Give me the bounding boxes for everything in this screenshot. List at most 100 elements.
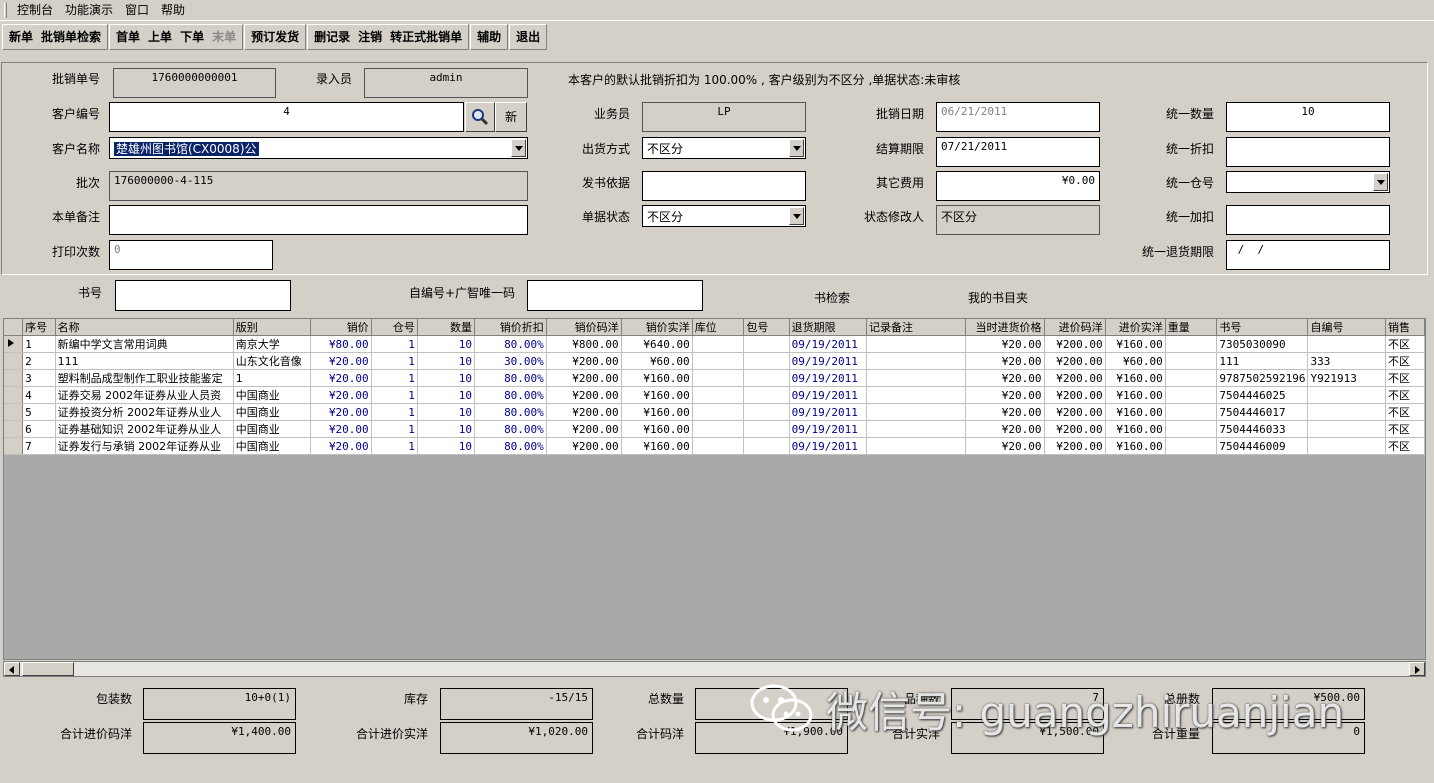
udisc-input[interactable] (1226, 137, 1390, 167)
table-cell[interactable]: 09/19/2011 (789, 386, 868, 404)
table-cell[interactable] (1165, 352, 1218, 370)
column-header[interactable]: 销价 (310, 319, 372, 336)
table-cell[interactable]: ¥200.00 (1044, 369, 1106, 387)
table-cell[interactable]: 111 (55, 352, 234, 370)
table-cell[interactable]: ¥160.00 (1105, 335, 1166, 353)
my-folder-link[interactable]: 我的书目夹 (968, 289, 1028, 306)
chevron-down-icon[interactable] (789, 207, 804, 225)
table-cell[interactable] (692, 335, 745, 353)
table-cell[interactable]: 1 (22, 335, 56, 353)
table-cell[interactable] (1165, 420, 1218, 438)
table-cell[interactable]: 9787502592196 (1216, 369, 1309, 387)
column-header[interactable]: 销价码洋 (546, 319, 622, 336)
column-header[interactable]: 序号 (22, 319, 56, 336)
table-cell[interactable] (866, 352, 967, 370)
table-cell[interactable]: ¥160.00 (1105, 420, 1166, 438)
table-cell[interactable]: 6 (22, 420, 56, 438)
chevron-down-icon[interactable] (511, 139, 526, 157)
table-cell[interactable]: 证券交易 2002年证券从业人员资 (55, 386, 234, 404)
table-cell[interactable]: 不区 (1385, 386, 1425, 404)
table-cell[interactable]: 塑料制品成型制作工职业技能鉴定 (55, 369, 234, 387)
column-header[interactable]: 版别 (233, 319, 312, 336)
table-cell[interactable]: 证券基础知识 2002年证券从业人 (55, 420, 234, 438)
table-cell[interactable] (743, 437, 790, 455)
uqty-input[interactable]: 10 (1226, 102, 1390, 132)
table-cell[interactable]: ¥200.00 (1044, 352, 1106, 370)
table-cell[interactable]: ¥200.00 (1044, 437, 1106, 455)
table-cell[interactable]: ¥160.00 (1105, 403, 1166, 421)
table-cell[interactable]: 7 (22, 437, 56, 455)
table-cell[interactable]: ¥20.00 (310, 420, 372, 438)
table-cell[interactable]: ¥20.00 (310, 386, 372, 404)
new-order-button[interactable]: 新单 (5, 26, 37, 48)
column-header[interactable]: 仓号 (371, 319, 418, 336)
table-row[interactable]: 4 证券交易 2002年证券从业人员资 中国商业 ¥20.00 1 10 80.00% ¥20… (4, 386, 1425, 404)
settle-input[interactable]: 07/21/2011 (936, 137, 1100, 167)
table-cell[interactable]: 中国商业 (233, 420, 312, 438)
table-cell[interactable]: ¥160.00 (621, 386, 693, 404)
table-cell[interactable] (743, 352, 790, 370)
grid-horizontal-scrollbar[interactable] (3, 661, 1426, 677)
table-cell[interactable] (866, 386, 967, 404)
table-cell[interactable]: 333 (1307, 352, 1386, 370)
table-cell[interactable]: ¥200.00 (1044, 420, 1106, 438)
table-cell[interactable]: 1 (371, 403, 418, 421)
column-header[interactable]: 销价折扣 (474, 319, 547, 336)
table-row[interactable]: 1 新编中学文言常用词典 南京大学 ¥80.00 1 10 80.00% ¥800.00 ¥64… (4, 335, 1425, 353)
table-cell[interactable]: 1 (371, 420, 418, 438)
table-cell[interactable]: 09/19/2011 (789, 420, 868, 438)
table-row[interactable]: 7 证券发行与承销 2002年证券从业 中国商业 ¥20.00 1 10 80.00% ¥20… (4, 437, 1425, 455)
table-cell[interactable]: ¥160.00 (621, 403, 693, 421)
table-row[interactable]: 2 111 山东文化音像 ¥20.00 1 10 30.00% ¥200.00 ¥60.00 09… (4, 352, 1425, 370)
table-cell[interactable]: ¥20.00 (965, 335, 1045, 353)
table-cell[interactable]: 10 (417, 352, 475, 370)
table-cell[interactable]: ¥20.00 (965, 352, 1045, 370)
delete-record-button[interactable]: 删记录 (310, 26, 354, 48)
table-cell[interactable]: 新编中学文言常用词典 (55, 335, 234, 353)
table-cell[interactable]: ¥20.00 (965, 369, 1045, 387)
menu-window[interactable]: 窗口 (119, 1, 155, 20)
table-cell[interactable]: 1 (371, 437, 418, 455)
table-cell[interactable]: ¥20.00 (310, 437, 372, 455)
convert-order-button[interactable]: 转正式批销单 (386, 26, 466, 48)
table-cell[interactable]: ¥160.00 (1105, 369, 1166, 387)
table-cell[interactable]: ¥640.00 (621, 335, 693, 353)
table-cell[interactable]: 不区 (1385, 335, 1425, 353)
table-cell[interactable]: ¥200.00 (546, 403, 622, 421)
table-cell[interactable]: 7504446025 (1216, 386, 1309, 404)
table-cell[interactable]: 10 (417, 420, 475, 438)
table-cell[interactable] (1165, 386, 1218, 404)
prev-order-button[interactable]: 上单 (144, 26, 176, 48)
code-input[interactable] (527, 280, 703, 311)
table-cell[interactable]: 10 (417, 437, 475, 455)
column-header[interactable]: 数量 (417, 319, 475, 336)
column-header[interactable]: 名称 (55, 319, 234, 336)
table-cell[interactable] (692, 352, 745, 370)
table-cell[interactable]: ¥20.00 (965, 437, 1045, 455)
table-cell[interactable] (743, 403, 790, 421)
table-cell[interactable] (1165, 335, 1218, 353)
scroll-right-icon[interactable] (1409, 662, 1425, 676)
table-cell[interactable]: 中国商业 (233, 437, 312, 455)
table-cell[interactable]: 1 (233, 369, 312, 387)
table-cell[interactable]: 7504446017 (1216, 403, 1309, 421)
table-cell[interactable] (692, 437, 745, 455)
table-cell[interactable]: 10 (417, 369, 475, 387)
table-cell[interactable] (743, 335, 790, 353)
table-cell[interactable]: 10 (417, 403, 475, 421)
table-cell[interactable]: 09/19/2011 (789, 369, 868, 387)
table-cell[interactable] (692, 403, 745, 421)
table-cell[interactable]: 不区 (1385, 369, 1425, 387)
table-cell[interactable]: Y921913 (1307, 369, 1386, 387)
row-indicator[interactable] (4, 352, 24, 370)
row-indicator[interactable] (4, 437, 24, 455)
column-header[interactable]: 记录备注 (866, 319, 967, 336)
table-cell[interactable] (866, 420, 967, 438)
table-cell[interactable]: 1 (371, 369, 418, 387)
column-header[interactable]: 退货期限 (789, 319, 868, 336)
table-cell[interactable]: ¥80.00 (310, 335, 372, 353)
table-cell[interactable]: ¥20.00 (310, 403, 372, 421)
uadd-input[interactable] (1226, 205, 1390, 235)
table-cell[interactable]: 3 (22, 369, 56, 387)
table-cell[interactable]: ¥200.00 (546, 386, 622, 404)
